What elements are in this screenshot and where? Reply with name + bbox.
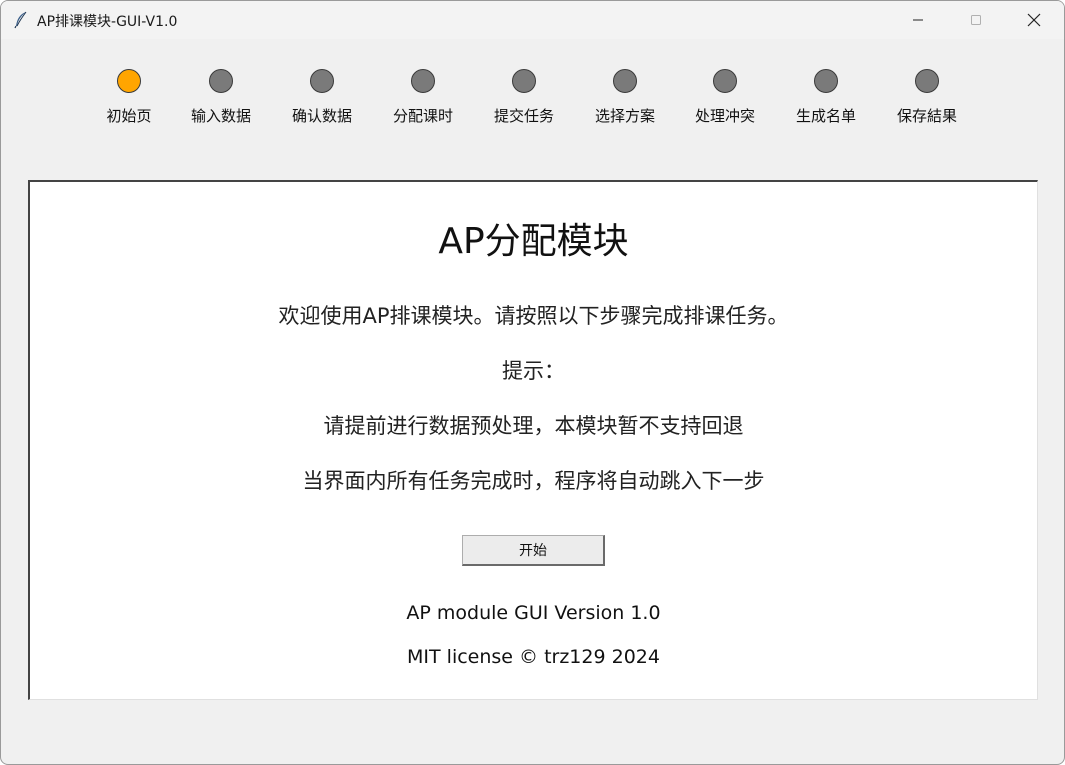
step-status-dot xyxy=(411,69,435,93)
window-title: AP排课模块-GUI-V1.0 xyxy=(37,14,178,30)
step-label: 处理冲突 xyxy=(694,107,755,125)
maximize-button[interactable] xyxy=(949,1,1003,39)
step-input-data: 输入数据 xyxy=(171,69,271,126)
license-text: MIT license © trz129 2024 xyxy=(407,646,660,668)
step-status-dot xyxy=(713,69,737,93)
step-label: 提交任务 xyxy=(493,107,554,125)
hint-label: 提示： xyxy=(502,359,565,383)
step-handle-conflicts: 处理冲突 xyxy=(675,69,775,126)
step-status-dot xyxy=(512,69,536,93)
hint-preprocess: 请提前进行数据预处理，本模块暂不支持回退 xyxy=(323,414,744,438)
title-bar[interactable]: AP排课模块-GUI-V1.0 xyxy=(1,1,1064,39)
page-title: AP分配模块 xyxy=(438,221,629,262)
minimize-icon xyxy=(912,14,924,26)
step-submit-task: 提交任务 xyxy=(474,69,574,126)
step-save-results: 保存結果 xyxy=(877,69,977,126)
step-label: 输入数据 xyxy=(190,107,251,125)
step-label: 分配课时 xyxy=(392,107,453,125)
step-label: 保存結果 xyxy=(896,107,957,125)
step-status-dot xyxy=(310,69,334,93)
version-text: AP module GUI Version 1.0 xyxy=(406,602,661,624)
step-select-plan: 选择方案 xyxy=(575,69,675,126)
app-window: AP排课模块-GUI-V1.0 初始页 输入数据 确认数据 分配课时 提交任务 … xyxy=(0,0,1065,765)
step-status-dot xyxy=(814,69,838,93)
step-confirm-data: 确认数据 xyxy=(272,69,372,126)
step-label: 确认数据 xyxy=(291,107,352,125)
welcome-text: 欢迎使用AP排课模块。请按照以下步骤完成排课任务。 xyxy=(278,304,789,328)
maximize-icon xyxy=(970,14,982,26)
step-generate-list: 生成名单 xyxy=(776,69,876,126)
start-button[interactable]: 开始 xyxy=(462,535,605,566)
hint-auto-advance: 当界面内所有任务完成时，程序将自动跳入下一步 xyxy=(302,469,765,493)
close-icon xyxy=(1027,13,1041,27)
step-label: 选择方案 xyxy=(594,107,655,125)
step-status-dot xyxy=(915,69,939,93)
step-allocate-hours: 分配课时 xyxy=(373,69,473,126)
step-label: 生成名单 xyxy=(795,107,856,125)
step-initial-page: 初始页 xyxy=(79,69,179,126)
step-status-dot xyxy=(209,69,233,93)
step-label: 初始页 xyxy=(106,107,152,125)
minimize-button[interactable] xyxy=(891,1,945,39)
feather-icon xyxy=(13,11,29,29)
step-status-dot xyxy=(613,69,637,93)
step-indicator: 初始页 输入数据 确认数据 分配课时 提交任务 选择方案 处理冲突 生成名单 保… xyxy=(1,39,1064,159)
step-status-dot xyxy=(117,69,141,93)
main-panel: AP分配模块 欢迎使用AP排课模块。请按照以下步骤完成排课任务。 提示： 请提前… xyxy=(28,180,1038,700)
close-button[interactable] xyxy=(1007,1,1061,39)
